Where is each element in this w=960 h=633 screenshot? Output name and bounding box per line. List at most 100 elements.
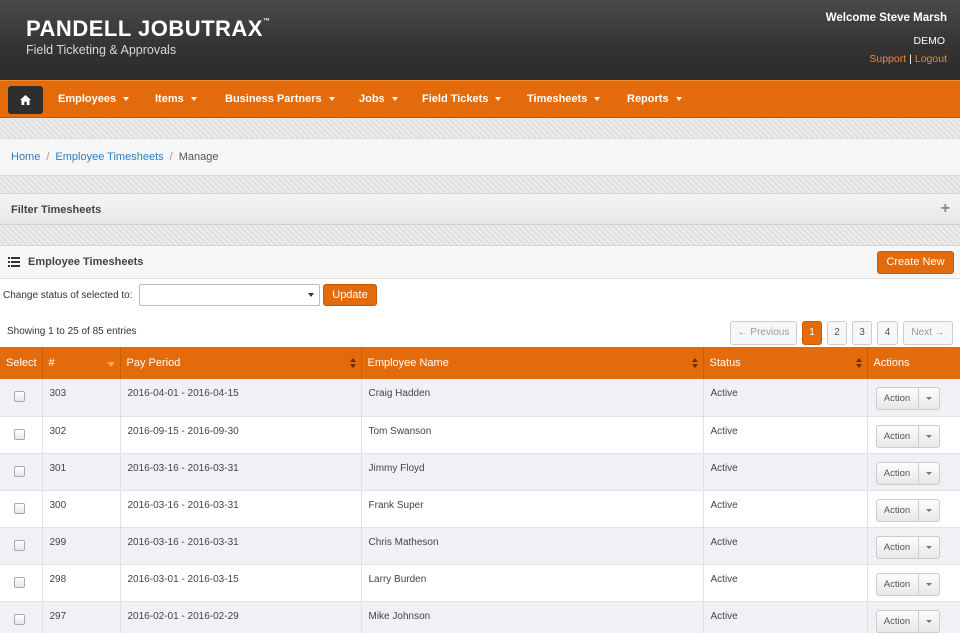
row-action-button[interactable]: Action — [875, 535, 940, 559]
page-4-button[interactable]: 4 — [877, 321, 898, 345]
row-id: 297 — [42, 601, 121, 633]
row-employee-name: Chris Matheson — [361, 527, 704, 565]
action-label[interactable]: Action — [877, 610, 919, 632]
action-label[interactable]: Action — [877, 425, 919, 447]
row-checkbox[interactable] — [14, 391, 25, 402]
action-label[interactable]: Action — [877, 462, 919, 484]
row-pay-period: 2016-03-16 - 2016-03-31 — [120, 453, 362, 491]
row-status: Active — [703, 416, 868, 454]
breadcrumb-home[interactable]: Home — [11, 151, 40, 163]
row-checkbox[interactable] — [14, 576, 25, 588]
action-label[interactable]: Action — [877, 388, 919, 409]
table-row: 300 2016-03-16 - 2016-03-31 Frank Super Act… — [0, 490, 960, 528]
row-checkbox[interactable] — [14, 502, 25, 514]
brand-logo[interactable]: PANDELL JOBUTRAX™ — [26, 16, 270, 42]
action-dropdown-toggle[interactable] — [919, 388, 939, 409]
row-action-button[interactable]: Action — [875, 609, 940, 633]
action-dropdown-toggle[interactable] — [919, 537, 939, 558]
pagination: ← Previous 1 2 3 4 Next → — [730, 321, 953, 345]
row-status: Active — [703, 527, 868, 565]
next-page-button[interactable]: Next → — [903, 321, 953, 345]
caret-down-icon — [925, 508, 932, 512]
nav-reports[interactable]: Reports — [627, 93, 682, 105]
action-dropdown-toggle[interactable] — [919, 426, 939, 447]
page-1-button[interactable]: 1 — [802, 321, 822, 345]
nav-items[interactable]: Items — [155, 93, 197, 105]
action-label[interactable]: Action — [877, 573, 919, 595]
row-pay-period: 2016-03-16 - 2016-03-31 — [120, 527, 362, 565]
col-number[interactable]: # — [42, 347, 121, 379]
logout-link[interactable]: Logout — [915, 53, 947, 65]
col-actions: Actions — [867, 347, 960, 379]
timesheets-table: Select # Pay Period Employee Name Status… — [0, 347, 960, 633]
col-status[interactable]: Status — [703, 347, 868, 379]
row-actions-cell: Action — [867, 379, 960, 417]
action-dropdown-toggle[interactable] — [919, 574, 939, 595]
support-link[interactable]: Support — [869, 53, 906, 65]
welcome-message: Welcome Steve Marsh — [825, 12, 947, 24]
previous-page-button[interactable]: ← Previous — [730, 321, 797, 345]
table-row: 299 2016-03-16 - 2016-03-31 Chris Matheson… — [0, 527, 960, 565]
create-new-button[interactable]: Create New — [877, 251, 954, 274]
col-pay-period[interactable]: Pay Period — [120, 347, 362, 379]
nav-jobs[interactable]: Jobs — [359, 93, 398, 105]
row-pay-period: 2016-03-16 - 2016-03-31 — [120, 490, 362, 528]
brand-tagline: Field Ticketing & Approvals — [26, 43, 177, 57]
status-select[interactable] — [139, 284, 320, 306]
action-label[interactable]: Action — [877, 499, 919, 521]
col-select: Select — [0, 347, 43, 379]
row-status: Active — [703, 453, 868, 491]
texture-strip — [0, 176, 960, 193]
filter-panel-header[interactable]: Filter Timesheets + — [0, 193, 960, 225]
action-label[interactable]: Action — [877, 536, 919, 558]
row-actions-cell: Action — [867, 527, 960, 565]
sort-desc-icon — [106, 362, 115, 367]
row-checkbox[interactable] — [14, 465, 25, 477]
page-3-button[interactable]: 3 — [852, 321, 872, 345]
row-action-button[interactable]: Action — [875, 572, 940, 596]
action-dropdown-toggle[interactable] — [919, 611, 939, 632]
action-dropdown-toggle[interactable] — [919, 500, 939, 521]
row-pay-period: 2016-04-01 - 2016-04-15 — [120, 379, 362, 417]
expand-plus-icon[interactable]: + — [941, 200, 950, 218]
dropdown-arrow-icon — [308, 293, 314, 297]
action-dropdown-toggle[interactable] — [919, 463, 939, 484]
page-2-button[interactable]: 2 — [827, 321, 847, 345]
caret-down-icon — [925, 582, 932, 586]
row-select-cell — [0, 379, 43, 417]
entries-info: Showing 1 to 25 of 85 entries — [7, 326, 137, 337]
nav-business-partners[interactable]: Business Partners — [225, 93, 335, 105]
row-checkbox[interactable] — [14, 613, 25, 625]
row-select-cell — [0, 490, 43, 528]
update-button[interactable]: Update — [323, 284, 377, 306]
main-navbar: Employees Items Business Partners Jobs F… — [0, 80, 960, 118]
breadcrumb-employee-timesheets[interactable]: Employee Timesheets — [55, 151, 163, 163]
nav-field-tickets[interactable]: Field Tickets — [422, 93, 502, 105]
home-button[interactable] — [8, 86, 43, 114]
row-action-button[interactable]: Action — [875, 461, 940, 485]
sort-icon — [855, 358, 862, 368]
sort-icon — [691, 358, 698, 368]
row-action-button[interactable]: Action — [875, 387, 940, 410]
row-status: Active — [703, 564, 868, 602]
nav-employees[interactable]: Employees — [58, 93, 130, 105]
filter-title: Filter Timesheets — [11, 204, 102, 216]
col-employee-name[interactable]: Employee Name — [361, 347, 704, 379]
panel-title: Employee Timesheets — [28, 256, 144, 268]
row-actions-cell: Action — [867, 564, 960, 602]
row-actions-cell: Action — [867, 416, 960, 454]
row-checkbox[interactable] — [14, 539, 25, 551]
caret-down-icon — [925, 471, 932, 475]
caret-down-icon — [925, 434, 932, 438]
row-status: Active — [703, 490, 868, 528]
sort-icon — [349, 358, 356, 368]
row-employee-name: Larry Burden — [361, 564, 704, 602]
nav-timesheets[interactable]: Timesheets — [527, 93, 601, 105]
app-header: PANDELL JOBUTRAX™ Field Ticketing & Appr… — [0, 0, 960, 80]
row-action-button[interactable]: Action — [875, 424, 940, 448]
row-checkbox[interactable] — [14, 428, 25, 440]
row-action-button[interactable]: Action — [875, 498, 940, 522]
row-id: 298 — [42, 564, 121, 602]
row-status: Active — [703, 601, 868, 633]
trademark-mark: ™ — [262, 18, 271, 25]
